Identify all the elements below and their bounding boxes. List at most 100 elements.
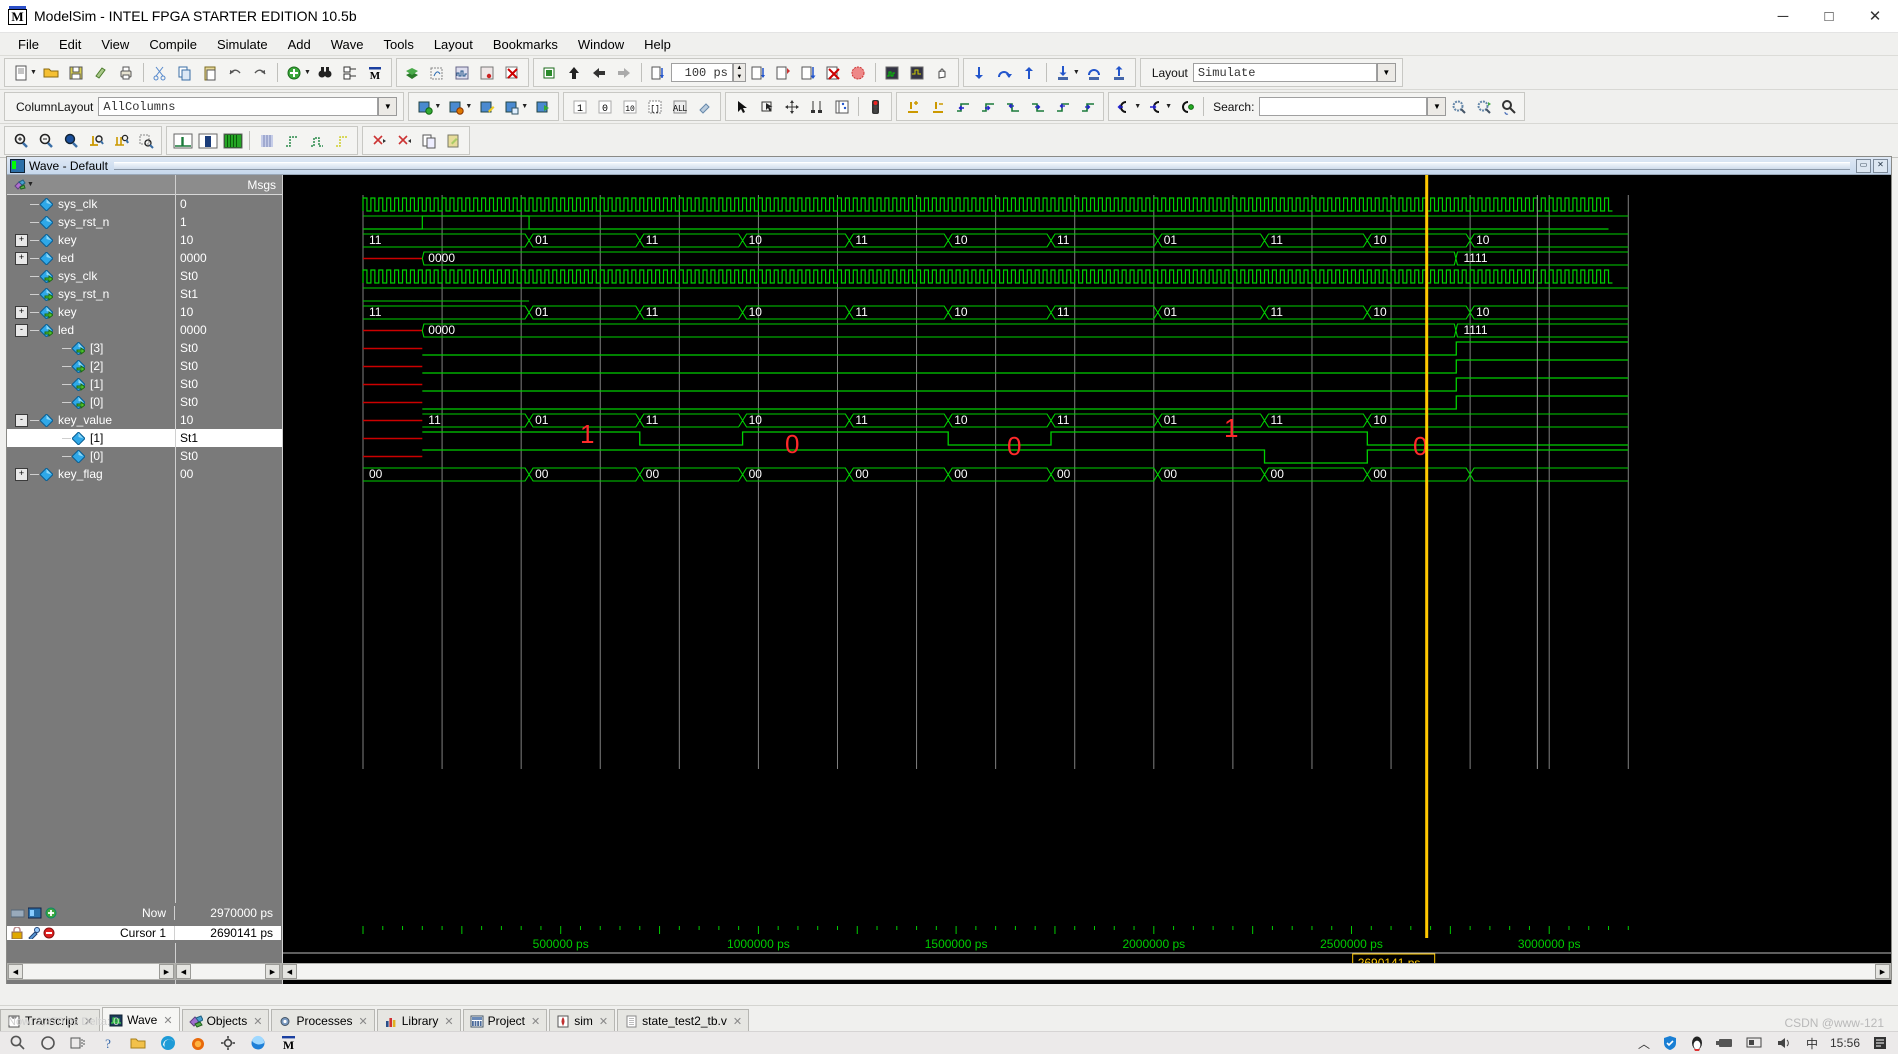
step-out-instance-icon[interactable] bbox=[1107, 60, 1132, 85]
tab-close-icon[interactable]: ✕ bbox=[531, 1015, 540, 1028]
new-file-icon[interactable] bbox=[8, 60, 33, 85]
expand-icon[interactable]: + bbox=[15, 305, 28, 319]
edit-bookmark-icon[interactable] bbox=[474, 94, 499, 119]
signal-row-sys_rst_n[interactable]: sys_rst_n bbox=[7, 285, 175, 303]
expand-icon[interactable]: + bbox=[15, 251, 28, 265]
wave-analog-icon[interactable] bbox=[170, 128, 195, 153]
names-scroll-track[interactable] bbox=[23, 964, 159, 979]
signal-row-sys_rst_n[interactable]: sys_rst_n bbox=[7, 213, 175, 231]
search-input[interactable] bbox=[1259, 97, 1428, 116]
taskbar-shield-icon[interactable] bbox=[1662, 1035, 1678, 1051]
taskbar-battery-icon[interactable] bbox=[1715, 1036, 1734, 1050]
layout-combo-value[interactable]: Simulate bbox=[1192, 63, 1377, 82]
signal-row-led[interactable]: + led bbox=[7, 249, 175, 267]
edit-grid-icon[interactable] bbox=[829, 94, 854, 119]
taskbar-settings-gear-icon[interactable] bbox=[220, 1035, 236, 1051]
columnlayout-combo-value[interactable]: AllColumns bbox=[98, 97, 379, 116]
find-next-rising-edge-icon[interactable] bbox=[1075, 94, 1100, 119]
expand-icon[interactable]: + bbox=[15, 467, 28, 481]
wave-properties-icon[interactable] bbox=[13, 178, 27, 191]
tab-close-icon[interactable]: ✕ bbox=[163, 1014, 172, 1027]
tab-project[interactable]: Project ✕ bbox=[462, 1009, 548, 1032]
columnlayout-combo-chevron-down-icon[interactable]: ▼ bbox=[378, 97, 398, 116]
wave-cut-all-icon[interactable] bbox=[391, 128, 416, 153]
radix-binary-icon[interactable]: 1 bbox=[567, 94, 592, 119]
wave-copy-icon[interactable] bbox=[416, 128, 441, 153]
zoom-select-icon[interactable] bbox=[754, 94, 779, 119]
menu-add[interactable]: Add bbox=[278, 35, 321, 54]
wave-compare-2-icon[interactable] bbox=[905, 60, 930, 85]
zoom-out-icon[interactable] bbox=[33, 128, 58, 153]
zoom-range-icon[interactable] bbox=[108, 128, 133, 153]
wave-grid-icon[interactable] bbox=[254, 128, 279, 153]
collapse-icon[interactable]: - bbox=[15, 323, 28, 337]
maximize-button[interactable]: □ bbox=[1806, 0, 1852, 32]
values-scroll-left-icon[interactable]: ◀ bbox=[176, 964, 191, 979]
run-icon[interactable] bbox=[746, 60, 771, 85]
signal-row-3[interactable]: [3] bbox=[7, 339, 175, 357]
taskbar-cortana-icon[interactable] bbox=[40, 1035, 56, 1051]
wave-bus-icon[interactable] bbox=[220, 128, 245, 153]
wave-compare-icon[interactable] bbox=[880, 60, 905, 85]
zoom-cursor-icon[interactable] bbox=[83, 128, 108, 153]
values-scroll-track[interactable] bbox=[191, 964, 265, 979]
modelsim-logo-icon[interactable]: M bbox=[363, 60, 388, 85]
add-item-icon[interactable] bbox=[282, 60, 307, 85]
menu-tools[interactable]: Tools bbox=[373, 35, 423, 54]
wave-scroll-track[interactable] bbox=[297, 964, 1875, 979]
run-right-arrow-icon[interactable] bbox=[612, 60, 637, 85]
menu-layout[interactable]: Layout bbox=[424, 35, 483, 54]
taskbar-overflow-chevron-up-icon[interactable]: ︿ bbox=[1638, 1035, 1650, 1052]
add-bookmark-icon[interactable] bbox=[412, 94, 437, 119]
traffic-light-icon[interactable] bbox=[863, 94, 888, 119]
taskbar-clock[interactable]: 15:56 bbox=[1830, 1036, 1860, 1050]
break-icon[interactable] bbox=[821, 60, 846, 85]
taskbar-notifications-icon[interactable] bbox=[1872, 1035, 1888, 1051]
wave-scroll-left-icon[interactable]: ◀ bbox=[282, 964, 297, 979]
simulate-icon[interactable] bbox=[450, 60, 475, 85]
signal-row-1[interactable]: [1] bbox=[7, 429, 175, 447]
step-over-instance-icon[interactable] bbox=[1082, 60, 1107, 85]
signal-row-0[interactable]: [0] bbox=[7, 393, 175, 411]
step-into-icon[interactable] bbox=[967, 60, 992, 85]
signal-row-key[interactable]: + key bbox=[7, 231, 175, 249]
taskbar-modelsim-icon[interactable]: M bbox=[280, 1035, 298, 1051]
values-hscrollbar[interactable]: ◀ ▶ bbox=[175, 963, 281, 980]
delete-bookmark-icon[interactable] bbox=[443, 94, 468, 119]
signal-row-led[interactable]: - led bbox=[7, 321, 175, 339]
find-next-transition-icon[interactable] bbox=[975, 94, 1000, 119]
wave-window-undock-icon[interactable]: ▭ bbox=[1856, 158, 1871, 173]
menu-wave[interactable]: Wave bbox=[321, 35, 374, 54]
signal-row-0[interactable]: [0] bbox=[7, 447, 175, 465]
wave-grid-fall-icon[interactable] bbox=[329, 128, 354, 153]
signal-row-sys_clk[interactable]: sys_clk bbox=[7, 267, 175, 285]
cut-icon[interactable] bbox=[148, 60, 173, 85]
run-all-icon[interactable] bbox=[796, 60, 821, 85]
collapse-net-icon[interactable] bbox=[1143, 94, 1168, 119]
taskbar-help-icon[interactable]: ? bbox=[100, 1035, 116, 1051]
tab-close-icon[interactable]: ✕ bbox=[359, 1015, 368, 1028]
open-folder-icon[interactable] bbox=[39, 60, 64, 85]
step-out-icon[interactable] bbox=[1017, 60, 1042, 85]
taskbar-firefox-icon[interactable] bbox=[190, 1035, 206, 1051]
names-scroll-left-icon[interactable]: ◀ bbox=[8, 964, 23, 979]
run-length-input[interactable]: 100 ps bbox=[670, 63, 733, 82]
tab-processes[interactable]: Processes ✕ bbox=[271, 1009, 375, 1032]
radix-properties-icon[interactable] bbox=[692, 94, 717, 119]
signal-row-key_flag[interactable]: + key_flag bbox=[7, 465, 175, 483]
insert-cursor-icon[interactable] bbox=[900, 94, 925, 119]
expand-net-icon[interactable] bbox=[1112, 94, 1137, 119]
taskbar-ime-indicator[interactable]: 中 bbox=[1806, 1035, 1818, 1052]
run-up-arrow-icon[interactable] bbox=[562, 60, 587, 85]
wave-paste-icon[interactable] bbox=[441, 128, 466, 153]
radix-decimal-icon[interactable]: [] bbox=[642, 94, 667, 119]
pan-move-icon[interactable] bbox=[779, 94, 804, 119]
delete-cursor-icon[interactable] bbox=[925, 94, 950, 119]
tab-library[interactable]: Library ✕ bbox=[376, 1009, 461, 1032]
pan-hand-icon[interactable] bbox=[930, 60, 955, 85]
undo-icon[interactable] bbox=[223, 60, 248, 85]
step-over-icon[interactable] bbox=[992, 60, 1017, 85]
menu-edit[interactable]: Edit bbox=[49, 35, 91, 54]
taskbar-taskview-icon[interactable] bbox=[70, 1035, 86, 1051]
zoom-in-icon[interactable] bbox=[8, 128, 33, 153]
